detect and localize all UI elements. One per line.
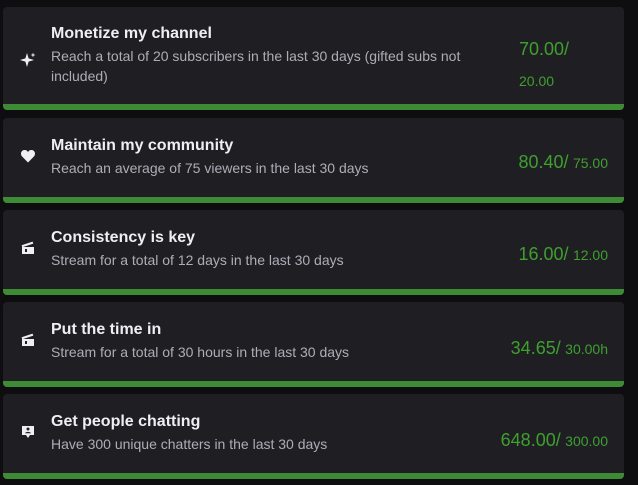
goal-title: Get people chatting xyxy=(51,413,201,430)
goal-target-value: 30.00h xyxy=(565,341,608,357)
chat-bubble-icon xyxy=(20,424,36,440)
goal-target-value: 20.00 xyxy=(519,73,555,89)
goal-card-consistency: Consistency is key Stream for a total of… xyxy=(3,210,624,295)
goal-value: 80.40/ 75.00 xyxy=(518,152,608,173)
goal-progress-bar xyxy=(3,289,624,295)
goal-progress-bar xyxy=(3,197,624,203)
goal-title: Consistency is key xyxy=(51,229,196,246)
goal-description: Reach an average of 75 viewers in the la… xyxy=(51,160,369,176)
goal-value: 16.00/ 12.00 xyxy=(518,244,608,265)
goal-progress-fill xyxy=(3,473,624,479)
goal-target-value: 12.00 xyxy=(572,247,608,263)
goal-description: Reach a total of 20 subscribers in the l… xyxy=(51,48,461,84)
goal-title: Put the time in xyxy=(51,321,162,338)
goal-current-value: 16.00/ xyxy=(518,244,569,264)
goal-card-community: Maintain my community Reach an average o… xyxy=(3,118,624,203)
goal-current-value: 34.65/ xyxy=(510,338,561,358)
goal-current-value: 80.40/ xyxy=(518,152,569,172)
goal-current-value: 648.00/ xyxy=(500,430,561,450)
goal-card-time: Put the time in Stream for a total of 30… xyxy=(3,302,624,387)
goal-title: Maintain my community xyxy=(51,137,234,154)
goal-description: Have 300 unique chatters in the last 30 … xyxy=(51,436,328,452)
goal-value: 70.00/ 20.00 xyxy=(519,34,579,97)
goal-current-value: 70.00/ xyxy=(519,39,570,59)
goal-progress-fill xyxy=(3,381,624,387)
goal-progress-fill xyxy=(3,289,624,295)
goal-description: Stream for a total of 12 days in the las… xyxy=(51,252,344,268)
clapperboard-icon xyxy=(20,240,36,256)
goal-progress-bar xyxy=(3,473,624,479)
goal-progress-fill xyxy=(3,104,624,110)
goal-card-chatting: Get people chatting Have 300 unique chat… xyxy=(3,394,624,479)
goal-description: Stream for a total of 30 hours in the la… xyxy=(51,344,350,360)
heart-icon xyxy=(20,148,36,164)
goal-progress-bar xyxy=(3,104,624,110)
goal-card-monetize: Monetize my channel Reach a total of 20 … xyxy=(3,7,624,110)
goal-value: 648.00/ 300.00 xyxy=(501,430,608,451)
goal-value: 34.65/ 30.00h xyxy=(511,338,608,359)
goal-progress-fill xyxy=(3,197,624,203)
goal-title: Monetize my channel xyxy=(51,25,212,42)
goal-target-value: 75.00 xyxy=(572,155,608,171)
goal-target-value: 300.00 xyxy=(565,433,608,449)
achievement-goal-list: Monetize my channel Reach a total of 20 … xyxy=(0,0,638,485)
goal-progress-bar xyxy=(3,381,624,387)
clapperboard-icon xyxy=(20,332,36,348)
sparkle-icon xyxy=(20,52,36,68)
